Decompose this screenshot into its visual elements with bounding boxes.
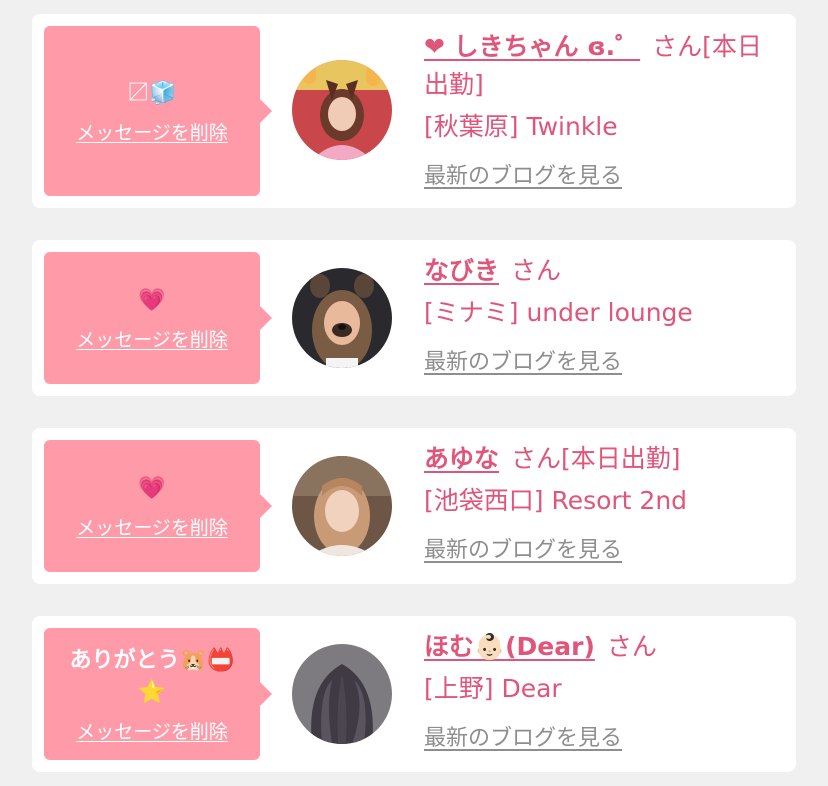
name-line: なびき さん [424,252,782,290]
delete-message-link[interactable]: メッセージを削除 [76,717,228,744]
message-bubble: 〼🧊 メッセージを削除 [44,26,272,196]
latest-blog-link[interactable]: 最新のブログを見る [424,344,622,376]
delete-message-link[interactable]: メッセージを削除 [76,118,228,145]
message-text: 〼🧊 [127,80,177,106]
name-line: ❤ しきちゃん ɞ.゜ さん[本日出勤] [424,28,782,104]
message-text: 💗 [138,287,166,313]
cast-info: ❤ しきちゃん ɞ.゜ さん[本日出勤] [秋葉原] Twinkle 最新のブログ… [424,28,782,190]
avatar-photo [292,268,392,368]
cast-info: なびき さん [ミナミ] under lounge 最新のブログを見る [424,252,782,376]
cast-name-link[interactable]: なびき [424,256,499,285]
latest-blog-link[interactable]: 最新のブログを見る [424,532,622,564]
shop-name: [ミナミ] under lounge [424,298,693,327]
cast-name-link[interactable]: ほむ👶🏻(Dear) [424,632,595,661]
cast-suffix: さん [511,256,562,285]
shop-name: [秋葉原] Twinkle [424,112,618,141]
name-line: ほむ👶🏻(Dear) さん [424,628,782,666]
cast-name-link[interactable]: ❤ しきちゃん ɞ.゜ [424,32,640,61]
message-bubble: 💗 メッセージを削除 [44,252,272,384]
message-text: 💗 [138,475,166,501]
name-line: あゆな さん[本日出勤] [424,440,782,478]
message-card: 〼🧊 メッセージを削除 ❤ しきちゃん ɞ.゜ さん[本日出勤] [秋葉原] Tw… [32,14,796,208]
shop-name: [上野] Dear [424,674,562,703]
cast-suffix: さん [606,632,657,661]
avatar-photo [292,60,392,160]
message-bubble: ありがとう🐹📛 ⭐ メッセージを削除 [44,628,272,760]
delete-message-link[interactable]: メッセージを削除 [76,325,228,352]
cast-name-link[interactable]: あゆな [424,444,499,473]
message-card: 💗 メッセージを削除 なびき さん [ミナミ] under lounge 最新のブ… [32,240,796,396]
latest-blog-link[interactable]: 最新のブログを見る [424,158,622,190]
latest-blog-link[interactable]: 最新のブログを見る [424,720,622,752]
message-card: ありがとう🐹📛 ⭐ メッセージを削除 ほむ👶🏻(Dear) さん [上野] Dea… [32,616,796,772]
cast-info: あゆな さん[本日出勤] [池袋西口] Resort 2nd 最新のブログを見る [424,440,782,564]
shop-name: [池袋西口] Resort 2nd [424,486,688,515]
message-text: ありがとう🐹📛 ⭐ [69,647,235,705]
avatar-photo [292,644,392,744]
message-bubble: 💗 メッセージを削除 [44,440,272,572]
avatar[interactable] [292,644,392,744]
message-card: 💗 メッセージを削除 あゆな さん[本日出勤] [池袋西口] Resort 2nd… [32,428,796,584]
avatar[interactable] [292,268,392,368]
delete-message-link[interactable]: メッセージを削除 [76,513,228,540]
avatar[interactable] [292,60,392,160]
avatar-photo [292,456,392,556]
cast-info: ほむ👶🏻(Dear) さん [上野] Dear 最新のブログを見る [424,628,782,752]
avatar[interactable] [292,456,392,556]
cast-suffix: さん[本日出勤] [511,444,681,473]
message-list: 〼🧊 メッセージを削除 ❤ しきちゃん ɞ.゜ さん[本日出勤] [秋葉原] Tw… [0,0,828,786]
